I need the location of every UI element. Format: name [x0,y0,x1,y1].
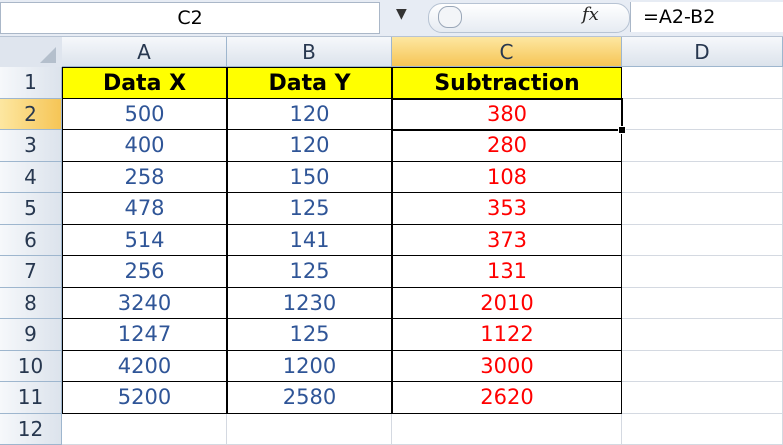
cell-d6[interactable] [622,225,783,257]
row-header-8[interactable]: 8 [0,288,62,320]
header-cell-b1[interactable]: Data Y [227,67,392,99]
cell-c8[interactable]: 2010 [392,288,622,320]
cell-c5[interactable]: 353 [392,193,622,225]
row-header-9[interactable]: 9 [0,319,62,351]
cell-a2[interactable]: 500 [62,99,227,131]
cell-d8[interactable] [622,288,783,320]
column-header-b[interactable]: B [227,37,392,67]
cell-a5[interactable]: 478 [62,193,227,225]
cell-b11[interactable]: 2580 [227,382,392,414]
row-header-12[interactable]: 12 [0,414,62,445]
cell-a8[interactable]: 3240 [62,288,227,320]
cell-b2[interactable]: 120 [227,99,392,131]
cell-a7[interactable]: 256 [62,256,227,288]
row-header-2[interactable]: 2 [0,99,62,131]
cell-a11[interactable]: 5200 [62,382,227,414]
cell-d5[interactable] [622,193,783,225]
cell-b5[interactable]: 125 [227,193,392,225]
formula-input[interactable]: =A2-B2 [630,2,783,32]
cell-a6[interactable]: 514 [62,225,227,257]
cell-c7[interactable]: 131 [392,256,622,288]
active-cell-outline [391,98,623,132]
cell-b10[interactable]: 1200 [227,351,392,383]
cell-c9[interactable]: 1122 [392,319,622,351]
row-header-6[interactable]: 6 [0,225,62,257]
name-box[interactable]: C2 [0,2,380,34]
cell-c6[interactable]: 373 [392,225,622,257]
cell-b7[interactable]: 125 [227,256,392,288]
cell-d2[interactable] [622,99,783,131]
row-header-5[interactable]: 5 [0,193,62,225]
cell-d3[interactable] [622,130,783,162]
cell-d10[interactable] [622,351,783,383]
row-header-1[interactable]: 1 [0,67,62,99]
name-box-dropdown-icon[interactable]: ▼ [396,6,407,22]
insert-function-icon[interactable]: fx [582,4,599,25]
header-cell-a1[interactable]: Data X [62,67,227,99]
fill-handle[interactable] [618,126,626,134]
formula-bar-knob-icon [438,6,462,28]
cell-c3[interactable]: 280 [392,130,622,162]
cell-d7[interactable] [622,256,783,288]
cell-b3[interactable]: 120 [227,130,392,162]
column-header-d[interactable]: D [622,37,783,67]
formula-bar: C2 ▼ fx =A2-B2 [0,0,783,37]
cell-d4[interactable] [622,162,783,194]
column-header-c[interactable]: C [392,37,622,67]
cell-c10[interactable]: 3000 [392,351,622,383]
cell-d12[interactable] [622,414,783,445]
cell-a10[interactable]: 4200 [62,351,227,383]
cell-b8[interactable]: 1230 [227,288,392,320]
cell-d1[interactable] [622,67,783,99]
header-cell-c1[interactable]: Subtraction [392,67,622,99]
cell-a12[interactable] [62,414,227,445]
cell-d9[interactable] [622,319,783,351]
cell-a9[interactable]: 1247 [62,319,227,351]
cell-a4[interactable]: 258 [62,162,227,194]
row-header-4[interactable]: 4 [0,162,62,194]
cell-b9[interactable]: 125 [227,319,392,351]
row-header-3[interactable]: 3 [0,130,62,162]
column-header-a[interactable]: A [62,37,227,67]
cell-b12[interactable] [227,414,392,445]
cell-a3[interactable]: 400 [62,130,227,162]
cell-b4[interactable]: 150 [227,162,392,194]
row-header-11[interactable]: 11 [0,382,62,414]
cell-b6[interactable]: 141 [227,225,392,257]
cell-c12[interactable] [392,414,622,445]
row-header-7[interactable]: 7 [0,256,62,288]
cell-d11[interactable] [622,382,783,414]
cell-c4[interactable]: 108 [392,162,622,194]
select-all-corner[interactable] [0,37,63,68]
cell-c11[interactable]: 2620 [392,382,622,414]
row-header-10[interactable]: 10 [0,351,62,383]
